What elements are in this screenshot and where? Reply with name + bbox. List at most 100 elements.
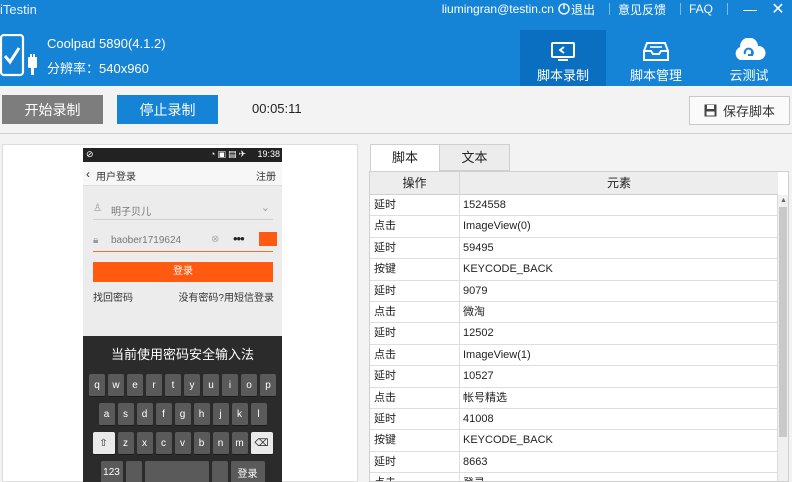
faq-link[interactable]: FAQ <box>689 2 713 16</box>
app-header: iTestin liumingran@testin.cn 退出 意见反馈 FAQ… <box>0 0 792 86</box>
scroll-up-icon[interactable]: ▲ <box>778 195 788 206</box>
chevron-down-icon[interactable]: ⌄ <box>261 201 270 214</box>
password-value: baober1719624 <box>111 235 182 246</box>
table-row[interactable]: 按键 KEYCODE_BACK <box>370 430 778 452</box>
key-k[interactable]: k <box>231 403 248 426</box>
key-r[interactable]: r <box>146 374 162 397</box>
table-row[interactable]: 点击 微淘 <box>370 301 778 324</box>
status-time: 19:38 <box>257 149 280 159</box>
key-o[interactable]: o <box>241 374 257 397</box>
operation-cell: 延时 <box>370 451 460 473</box>
tab-text[interactable]: 文本 <box>440 144 510 171</box>
space-key[interactable] <box>144 461 209 482</box>
logout-icon <box>558 3 570 15</box>
tab-cloud-test[interactable]: 云测试 <box>706 30 792 86</box>
key-w[interactable]: w <box>108 374 124 397</box>
element-cell: 12502 <box>463 327 494 340</box>
backspace-key[interactable]: ⌫ <box>250 432 273 455</box>
number-key[interactable]: 123 <box>100 461 123 482</box>
element-cell: 9079 <box>463 284 488 297</box>
key-a[interactable]: a <box>98 403 115 426</box>
tab-script-manage[interactable]: 脚本管理 <box>613 30 699 86</box>
table-row[interactable]: 按键 KEYCODE_BACK <box>370 259 778 281</box>
feedback-link[interactable]: 意见反馈 <box>618 1 666 18</box>
scrollbar[interactable]: ▲ <box>777 195 788 481</box>
key-l[interactable]: l <box>250 403 267 426</box>
scroll-thumb[interactable] <box>779 207 787 437</box>
minimize-button[interactable]: — <box>736 1 764 17</box>
key-t[interactable]: t <box>165 374 181 397</box>
key-e[interactable]: e <box>127 374 143 397</box>
table-row[interactable]: 延时 1524558 <box>370 195 778 217</box>
table-row[interactable]: 延时 8663 <box>370 451 778 474</box>
key-f[interactable]: f <box>155 403 172 426</box>
key-n[interactable]: n <box>212 432 229 455</box>
start-record-button[interactable]: 开始录制 <box>2 95 103 124</box>
clear-icon[interactable]: ⊗ <box>211 234 219 245</box>
password-dots: ••• <box>233 231 245 246</box>
key-b[interactable]: b <box>193 432 210 455</box>
table-row[interactable]: 延时 59495 <box>370 237 778 260</box>
key-q[interactable]: q <box>89 374 105 397</box>
cloud-sync-icon <box>735 38 766 60</box>
operation-cell: 延时 <box>370 366 460 387</box>
operation-cell: 点击 <box>370 216 460 237</box>
login-button[interactable]: 登录 <box>93 262 273 282</box>
key-c[interactable]: c <box>155 432 172 455</box>
symbol-key[interactable] <box>211 461 228 482</box>
table-row[interactable]: 延时 41008 <box>370 408 778 431</box>
table-row[interactable]: 延时 12502 <box>370 323 778 345</box>
stop-record-button[interactable]: 停止录制 <box>117 95 218 124</box>
sms-login-link[interactable]: 没有密码?用短信登录 <box>178 289 274 304</box>
save-script-button[interactable]: 保存脚本 <box>689 96 790 125</box>
table-row[interactable]: 点击 ImageView(0) <box>370 216 778 238</box>
table-row[interactable]: 延时 10527 <box>370 366 778 388</box>
element-cell: 10527 <box>463 370 494 383</box>
forgot-password-link[interactable]: 找回密码 <box>93 289 133 304</box>
register-link[interactable]: 注册 <box>256 168 276 183</box>
key-d[interactable]: d <box>136 403 153 426</box>
done-key[interactable]: 登录 <box>230 461 265 482</box>
username-field[interactable]: ♙ 明子贝儿 ⌄ <box>93 198 273 220</box>
key-s[interactable]: s <box>117 403 134 426</box>
password-field[interactable]: 🔒︎ baober1719624 ⊗ ••• <box>93 230 277 252</box>
back-arrow-icon[interactable]: ‹ <box>86 167 90 181</box>
password-cursor-block <box>259 232 277 246</box>
key-y[interactable]: y <box>184 374 200 397</box>
phone-screen[interactable]: ⊘ ◔▣▤✈ 19:38 ‹ 用户登录 注册 ♙ 明子贝儿 ⌄ 🔒︎ baobe… <box>83 148 282 482</box>
login-title-bar: ‹ 用户登录 注册 <box>83 162 282 186</box>
element-cell: 8663 <box>463 455 488 468</box>
key-h[interactable]: h <box>193 403 210 426</box>
key-i[interactable]: i <box>222 374 238 397</box>
logout-label: 退出 <box>570 2 595 17</box>
phone-status-bar: ⊘ ◔▣▤✈ 19:38 <box>83 148 282 162</box>
tab-script[interactable]: 脚本 <box>370 144 440 171</box>
separator <box>679 3 681 15</box>
device-screen-panel: ⊘ ◔▣▤✈ 19:38 ‹ 用户登录 注册 ♙ 明子贝儿 ⌄ 🔒︎ baobe… <box>2 144 358 482</box>
close-button[interactable]: ✕ <box>764 0 792 19</box>
key-x[interactable]: x <box>136 432 153 455</box>
save-icon <box>704 104 717 117</box>
key-p[interactable]: p <box>260 374 276 397</box>
logout-link[interactable]: 退出 <box>558 1 595 18</box>
shift-key[interactable]: ⇧ <box>92 432 115 455</box>
symbol-key[interactable] <box>125 461 142 482</box>
key-j[interactable]: j <box>212 403 229 426</box>
table-header: 操作 元素 <box>370 172 778 195</box>
key-g[interactable]: g <box>174 403 191 426</box>
user-email[interactable]: liumingran@testin.cn <box>442 2 554 16</box>
key-u[interactable]: u <box>203 374 219 397</box>
table-row[interactable]: 点击 帐号精选 <box>370 387 778 409</box>
table-row[interactable]: 点击登录 <box>370 473 778 481</box>
table-row[interactable]: 延时 9079 <box>370 280 778 302</box>
table-body: 延时 1524558 点击 ImageView(0) 延时 59495 按键 KEYCODE_… <box>370 195 778 481</box>
keyboard-row: qwertyuiop <box>83 374 282 397</box>
tab-script-record[interactable]: 脚本录制 <box>520 30 606 86</box>
key-z[interactable]: z <box>117 432 134 455</box>
separator <box>608 3 610 15</box>
operation-cell: 点击 <box>370 301 460 323</box>
key-v[interactable]: v <box>174 432 191 455</box>
device-name: Coolpad 5890(4.1.2) <box>47 36 166 51</box>
table-row[interactable]: 点击 ImageView(1) <box>370 344 778 367</box>
key-m[interactable]: m <box>231 432 248 455</box>
